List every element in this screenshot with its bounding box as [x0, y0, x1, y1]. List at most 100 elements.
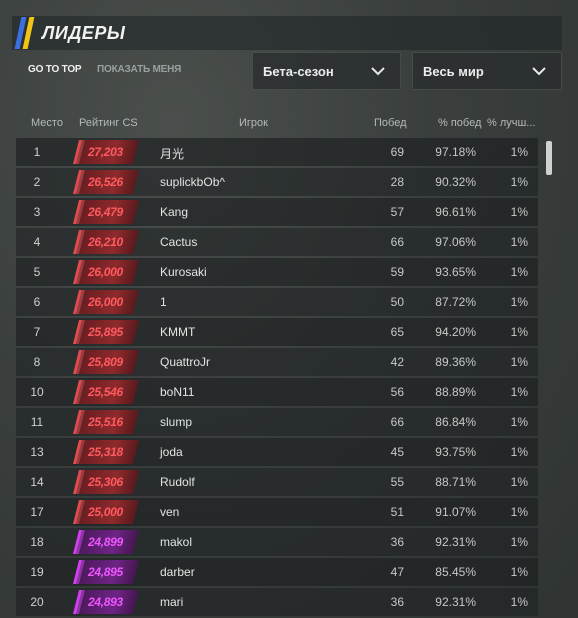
best-pct-cell: 1% [510, 475, 528, 489]
rating-badge: 25,306 [73, 470, 139, 494]
rating-value: 26,479 [88, 205, 123, 219]
player-name[interactable]: Cactus [160, 235, 197, 249]
region-dropdown[interactable]: Весь мир [412, 52, 562, 90]
rank-cell: 19 [30, 565, 44, 579]
wins-cell: 51 [390, 505, 404, 519]
rank-cell: 17 [30, 505, 44, 519]
go-to-top-button[interactable]: GO TO TOP [28, 64, 82, 75]
win-pct-cell: 86.84% [435, 415, 476, 429]
rank-cell: 6 [33, 295, 41, 309]
table-row[interactable]: 13 25,318 joda 45 93.75% 1% [16, 438, 538, 466]
rating-badge: 25,516 [73, 410, 139, 434]
wins-cell: 59 [390, 265, 404, 279]
rating-value: 25,809 [88, 355, 123, 369]
wins-cell: 45 [390, 445, 404, 459]
win-pct-cell: 91.07% [435, 505, 476, 519]
table-row[interactable]: 2 26,526 suplickbOb^ 28 90.32% 1% [16, 168, 538, 196]
rating-badge: 25,000 [73, 500, 139, 524]
win-pct-cell: 89.36% [435, 355, 476, 369]
wins-cell: 36 [390, 535, 404, 549]
season-dropdown[interactable]: Бета-сезон [252, 52, 401, 90]
table-row[interactable]: 19 24,895 darber 47 85.45% 1% [16, 558, 538, 586]
best-pct-cell: 1% [510, 445, 528, 459]
rating-value: 24,895 [88, 565, 123, 579]
wins-cell: 69 [390, 145, 404, 159]
player-name[interactable]: joda [160, 445, 183, 459]
player-name[interactable]: KMMT [160, 325, 195, 339]
player-name[interactable]: boN11 [160, 385, 194, 399]
table-row[interactable]: 1 27,203 月光 69 97.18% 1% [16, 138, 538, 166]
table-row[interactable]: 17 25,000 ven 51 91.07% 1% [16, 498, 538, 526]
column-header-player[interactable]: Игрок [239, 117, 268, 129]
wins-cell: 65 [390, 325, 404, 339]
table-row[interactable]: 8 25,809 QuattroJr 42 89.36% 1% [16, 348, 538, 376]
best-pct-cell: 1% [510, 175, 528, 189]
player-name[interactable]: darber [160, 565, 195, 579]
scrollbar-thumb[interactable] [546, 141, 552, 175]
wins-cell: 28 [390, 175, 404, 189]
rating-badge: 24,899 [73, 530, 139, 554]
best-pct-cell: 1% [510, 535, 528, 549]
rank-cell: 18 [30, 535, 44, 549]
player-name[interactable]: ven [160, 505, 179, 519]
rating-badge: 26,479 [73, 200, 139, 224]
table-row[interactable]: 7 25,895 KMMT 65 94.20% 1% [16, 318, 538, 346]
rank-cell: 13 [30, 445, 44, 459]
player-name[interactable]: mari [160, 595, 183, 609]
table-row[interactable]: 4 26,210 Cactus 66 97.06% 1% [16, 228, 538, 256]
best-pct-cell: 1% [510, 295, 528, 309]
season-dropdown-label: Бета-сезон [263, 64, 334, 79]
best-pct-cell: 1% [510, 265, 528, 279]
rank-cell: 3 [33, 205, 41, 219]
wins-cell: 50 [390, 295, 404, 309]
table-row[interactable]: 3 26,479 Kang 57 96.61% 1% [16, 198, 538, 226]
wins-cell: 36 [390, 595, 404, 609]
rating-badge: 25,809 [73, 350, 139, 374]
rank-cell: 5 [33, 265, 41, 279]
column-header-win-pct[interactable]: % побед [438, 117, 481, 129]
rating-value: 24,893 [88, 595, 123, 609]
wins-cell: 55 [390, 475, 404, 489]
rating-value: 25,000 [88, 505, 123, 519]
win-pct-cell: 88.71% [435, 475, 476, 489]
player-name[interactable]: QuattroJr [160, 355, 210, 369]
wins-cell: 42 [390, 355, 404, 369]
rating-value: 26,000 [88, 295, 123, 309]
column-header-rank[interactable]: Место [31, 117, 63, 129]
player-name[interactable]: suplickbOb^ [160, 175, 225, 189]
wins-cell: 57 [390, 205, 404, 219]
win-pct-cell: 85.45% [435, 565, 476, 579]
player-name[interactable]: slump [160, 415, 192, 429]
rank-cell: 8 [33, 355, 41, 369]
rating-value: 26,210 [88, 235, 123, 249]
win-pct-cell: 88.89% [435, 385, 476, 399]
best-pct-cell: 1% [510, 205, 528, 219]
table-row[interactable]: 5 26,000 Kurosaki 59 93.65% 1% [16, 258, 538, 286]
table-row[interactable]: 18 24,899 makol 36 92.31% 1% [16, 528, 538, 556]
win-pct-cell: 90.32% [435, 175, 476, 189]
table-row[interactable]: 6 26,000 1 50 87.72% 1% [16, 288, 538, 316]
table-row[interactable]: 20 24,893 mari 36 92.31% 1% [16, 588, 538, 616]
player-name[interactable]: Rudolf [160, 475, 195, 489]
player-name[interactable]: 1 [160, 295, 167, 309]
rank-cell: 10 [30, 385, 44, 399]
show-me-button[interactable]: ПОКАЗАТЬ МЕНЯ [97, 64, 181, 75]
best-pct-cell: 1% [510, 385, 528, 399]
table-row[interactable]: 10 25,546 boN11 56 88.89% 1% [16, 378, 538, 406]
table-row[interactable]: 14 25,306 Rudolf 55 88.71% 1% [16, 468, 538, 496]
column-header-wins[interactable]: Побед [374, 117, 407, 129]
rank-cell: 14 [30, 475, 44, 489]
win-pct-cell: 96.61% [435, 205, 476, 219]
player-name[interactable]: makol [160, 535, 192, 549]
column-header-rating[interactable]: Рейтинг CS [79, 117, 138, 129]
best-pct-cell: 1% [510, 505, 528, 519]
win-pct-cell: 97.06% [435, 235, 476, 249]
column-header-best[interactable]: % лучш... [487, 117, 535, 129]
rating-badge: 25,546 [73, 380, 139, 404]
table-row[interactable]: 11 25,516 slump 66 86.84% 1% [16, 408, 538, 436]
player-name[interactable]: Kang [160, 205, 188, 219]
player-name[interactable]: Kurosaki [160, 265, 207, 279]
player-name[interactable]: 月光 [160, 145, 184, 162]
win-pct-cell: 87.72% [435, 295, 476, 309]
best-pct-cell: 1% [510, 565, 528, 579]
